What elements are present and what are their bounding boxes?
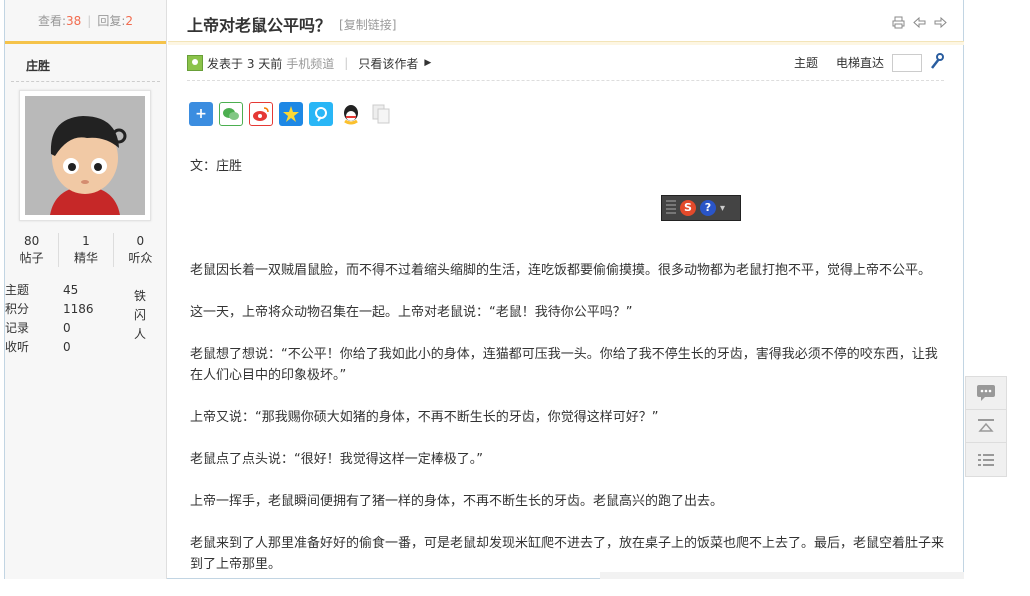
count-label: 精华 [73, 251, 98, 265]
info-value[interactable]: 0 [63, 338, 123, 357]
views-label: 查看: [37, 14, 67, 28]
qzone-icon[interactable] [279, 102, 303, 126]
info-value[interactable]: 45 [63, 281, 123, 300]
info-key: 积分 [5, 302, 30, 316]
online-user-icon [187, 55, 203, 71]
elevator-input[interactable] [892, 53, 922, 72]
copy-link[interactable]: [复制链接] [339, 16, 396, 33]
only-author-link[interactable]: 只看该作者 [358, 55, 418, 72]
ime-toolbar[interactable]: S ? ▾ [661, 195, 741, 221]
floating-tools [965, 376, 1007, 477]
avatar-image [25, 96, 145, 215]
paragraph: 老鼠想了想说：“不公平！你给了我如此小的身体，连猫都可压我一头。你给了我不停生长… [190, 347, 938, 383]
title-row: 上帝对老鼠公平吗？ [复制链接] [187, 13, 947, 35]
count-label: 听众 [128, 251, 153, 265]
info-value: 1186 [63, 302, 94, 316]
paragraph: 这一天，上帝将众动物召集在一起。上帝对老鼠说：“老鼠！我待你公平吗？” [190, 305, 633, 320]
count-value: 0 [136, 234, 145, 248]
sogou-logo-icon[interactable]: S [680, 200, 696, 216]
medal-label[interactable]: 铁 闪 人 [133, 287, 147, 344]
meta-right: 主题 电梯直达 [794, 53, 944, 72]
post-frame: 查看: 38 | 回复: 2 庄胜 80 帖子 1 精华 0 听众 主题 45 … [4, 0, 964, 579]
copy-icon[interactable] [369, 102, 393, 126]
count-posts[interactable]: 80 帖子 [5, 233, 58, 267]
post-meta: 发表于 3 天前 手机频道 | 只看该作者 ▶ 主题 电梯直达 [187, 53, 944, 73]
elevator-label: 电梯直达 [835, 56, 884, 70]
thread-stats: 查看: 38 | 回复: 2 [5, 0, 166, 44]
post-content: 文：庄胜 老鼠因长着一双贼眉鼠脸，而不得不过着缩头缩脚的生活，连吃饭都要偷偷摸摸… [190, 156, 950, 596]
count-label: 帖子 [19, 251, 44, 265]
back-to-top-icon[interactable] [966, 410, 1006, 443]
drag-handle-icon[interactable] [666, 200, 676, 216]
byline: 文：庄胜 [190, 159, 243, 174]
thread-title: 上帝对老鼠公平吗？ [187, 16, 332, 35]
count-digest[interactable]: 1 精华 [58, 233, 112, 267]
author-counts: 80 帖子 1 精华 0 听众 [5, 233, 167, 267]
meta-separator: | [344, 56, 349, 70]
paragraph: 上帝一挥手，老鼠瞬间便拥有了猪一样的身体，不再不断生长的牙齿。老鼠高兴的跑了出去… [190, 494, 724, 509]
reply-icon[interactable] [966, 377, 1006, 410]
count-value: 1 [82, 234, 90, 248]
qq-icon[interactable] [339, 102, 363, 126]
replies-label: 回复: [97, 14, 126, 28]
stats-separator: | [87, 13, 92, 28]
topic-link[interactable]: 主题 [794, 54, 818, 71]
views-count: 38 [66, 13, 82, 28]
menu-more-icon[interactable]: ▾ [720, 203, 725, 214]
weibo-icon[interactable] [249, 102, 273, 126]
info-key: 收听 [5, 340, 30, 354]
author-name[interactable]: 庄胜 [11, 44, 160, 82]
list-icon[interactable] [966, 443, 1006, 476]
meta-divider [187, 80, 944, 81]
next-thread-icon[interactable] [934, 16, 947, 29]
paragraph: 老鼠因长着一双贼眉鼠脸，而不得不过着缩头缩脚的生活，连吃饭都要偷偷摸摸。很多动物… [190, 263, 932, 278]
count-value: 80 [24, 234, 40, 248]
title-actions [892, 16, 947, 29]
wechat-icon[interactable] [219, 102, 243, 126]
triangle-right-icon: ▶ [424, 58, 432, 68]
print-icon[interactable] [892, 16, 905, 29]
post-time: 发表于 3 天前 [207, 56, 283, 71]
post-main: 上帝对老鼠公平吗？ [复制链接] 发表于 3 天前 手机频道 | 只看该作者 ▶ [168, 0, 964, 579]
info-key: 记录 [5, 321, 30, 335]
help-icon[interactable]: ? [700, 200, 716, 216]
title-divider [168, 41, 964, 45]
wrench-go-icon[interactable] [930, 53, 944, 72]
medal-char: 人 [133, 327, 146, 341]
plus-share-icon[interactable]: + [189, 102, 213, 126]
medal-char: 铁 [133, 289, 146, 303]
author-sidebar: 查看: 38 | 回复: 2 庄胜 80 帖子 1 精华 0 听众 主题 45 … [5, 0, 167, 579]
prev-thread-icon[interactable] [913, 16, 926, 29]
paragraph: 上帝又说：“那我赐你硕大如猪的身体，不再不断生长的牙齿，你觉得这样可好？” [190, 410, 659, 425]
count-listeners[interactable]: 0 听众 [112, 233, 167, 267]
medal-char: 闪 [133, 308, 146, 322]
share-bar: + [189, 102, 393, 126]
replies-count: 2 [125, 13, 134, 28]
tencent-weibo-icon[interactable] [309, 102, 333, 126]
paragraph: 老鼠点了点头说：“很好！我觉得这样一定棒极了。” [190, 452, 483, 467]
avatar[interactable] [19, 90, 151, 221]
channel-link[interactable]: 手机频道 [286, 55, 334, 72]
paragraph: 老鼠来到了人那里准备好好的偷食一番，可是老鼠却发现米缸爬不进去了，放在桌子上的饭… [190, 536, 945, 572]
info-value[interactable]: 0 [63, 319, 123, 338]
bottom-toolbar-edge [600, 572, 964, 579]
info-key: 主题 [5, 283, 30, 297]
